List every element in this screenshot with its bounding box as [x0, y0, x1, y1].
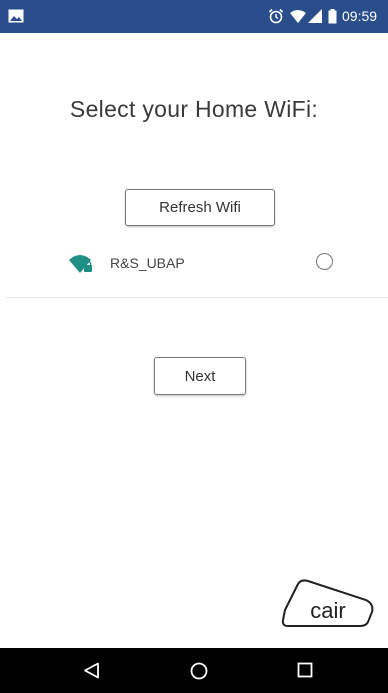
recents-icon[interactable]: [297, 662, 313, 678]
wifi-status-icon: [290, 10, 306, 23]
next-button[interactable]: Next: [154, 357, 246, 395]
home-icon[interactable]: [190, 662, 208, 680]
battery-icon: [328, 9, 337, 24]
back-icon[interactable]: [83, 662, 100, 679]
status-clock: 09:59: [342, 8, 378, 24]
page-title: Select your Home WiFi:: [69, 96, 319, 122]
signal-icon: [308, 9, 322, 23]
refresh-wifi-button[interactable]: Refresh Wifi: [125, 189, 275, 226]
network-radio[interactable]: [316, 253, 333, 270]
network-list-item[interactable]: R&S_UBAP: [0, 247, 388, 283]
navigation-bar: [0, 648, 388, 693]
cair-logo-text: cair: [310, 598, 345, 623]
cair-logo: cair: [281, 579, 374, 627]
alarm-icon: [268, 8, 284, 24]
wifi-lock-icon: [69, 255, 92, 273]
gallery-icon: [8, 9, 24, 23]
divider: [6, 297, 388, 298]
status-bar: 09:59: [0, 0, 388, 33]
network-ssid: R&S_UBAP: [110, 255, 185, 271]
